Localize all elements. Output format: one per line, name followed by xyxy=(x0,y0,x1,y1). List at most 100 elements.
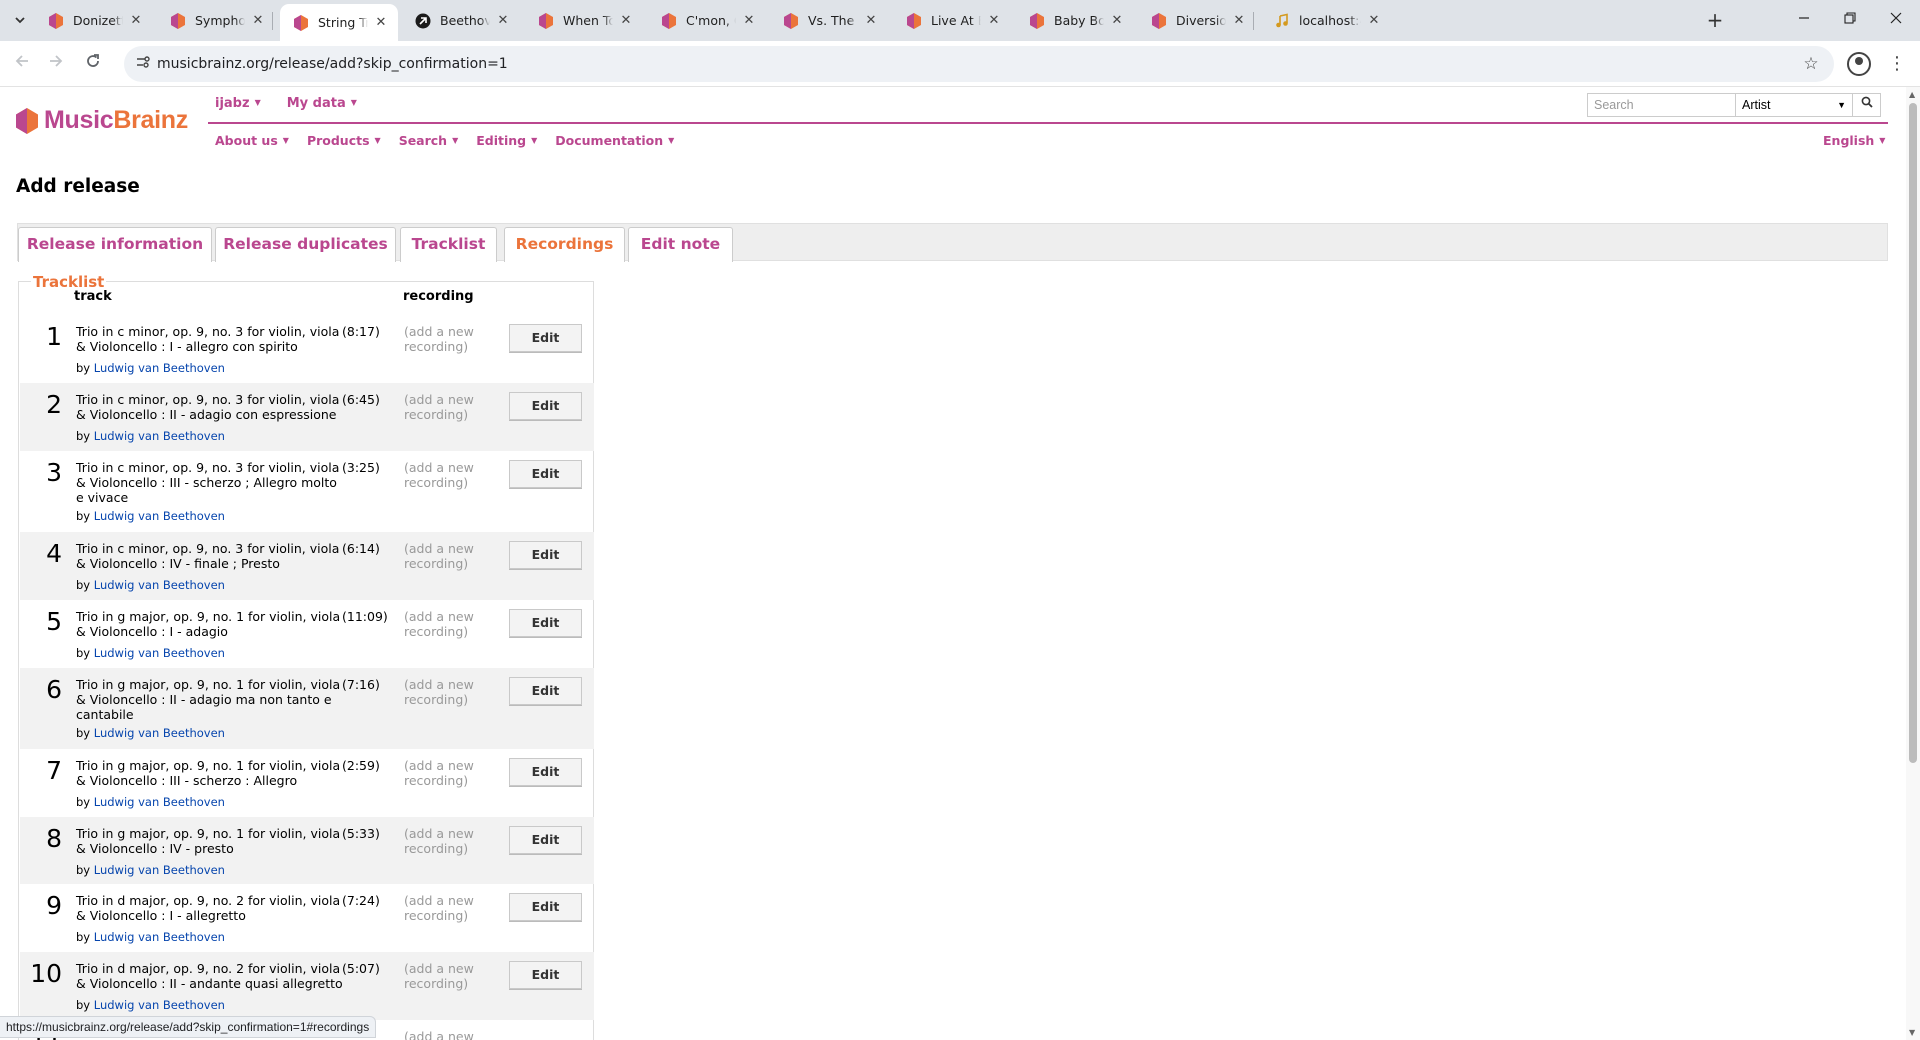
artist-link[interactable]: Ludwig van Beethoven xyxy=(94,998,225,1012)
close-tab-icon[interactable]: ✕ xyxy=(617,12,635,30)
page-scrollbar[interactable]: ▲ ▼ xyxy=(1906,87,1920,1040)
close-tab-icon[interactable]: ✕ xyxy=(494,12,512,30)
edit-recording-button[interactable]: Edit xyxy=(509,609,582,637)
close-tab-icon[interactable]: ✕ xyxy=(127,12,145,30)
scroll-down-arrow-icon[interactable]: ▼ xyxy=(1909,1028,1915,1037)
track-title: Trio in d major, op. 9, no. 2 for violin… xyxy=(76,961,343,991)
close-tab-icon[interactable]: ✕ xyxy=(1108,12,1126,30)
musicbrainz-favicon-icon xyxy=(662,12,676,29)
bookmark-star-icon[interactable]: ☆ xyxy=(1800,53,1822,75)
main-menu-item[interactable]: Products ▼ xyxy=(307,133,381,148)
by-label: by xyxy=(76,726,91,740)
browser-tab[interactable]: Symphony No. 5 ✕ xyxy=(157,4,275,37)
language-menu[interactable]: English ▼ xyxy=(1823,133,1885,148)
browser-tab[interactable]: Diversions With ✕ xyxy=(1138,4,1256,37)
browser-tab[interactable]: String Trios Op. 9 ✕ xyxy=(280,4,398,41)
close-tab-icon[interactable]: ✕ xyxy=(249,12,267,30)
musicbrainz-logo-icon xyxy=(16,107,38,134)
artist-link[interactable]: Ludwig van Beethoven xyxy=(94,578,225,592)
close-tab-icon[interactable]: ✕ xyxy=(372,14,390,32)
browser-tab[interactable]: C'mon, C'mon ✕ xyxy=(648,4,766,37)
track-number: 5 xyxy=(46,607,62,636)
close-tab-icon[interactable]: ✕ xyxy=(740,12,758,30)
new-tab-button[interactable]: + xyxy=(1702,8,1728,34)
search-icon xyxy=(1861,96,1873,108)
forward-button[interactable] xyxy=(42,50,70,78)
address-bar[interactable]: musicbrainz.org/release/add?skip_confirm… xyxy=(124,46,1834,82)
header-search-form: Search Artist ▼ xyxy=(1587,93,1881,117)
tab-tracklist[interactable]: Tracklist xyxy=(400,227,497,262)
artist-link[interactable]: Ludwig van Beethoven xyxy=(94,795,225,809)
main-menu-item-label: Products xyxy=(306,133,370,148)
main-menu-item[interactable]: About us ▼ xyxy=(215,133,289,148)
close-tab-icon[interactable]: ✕ xyxy=(985,12,1003,30)
browser-tab[interactable]: Vs. The Forces ✕ xyxy=(770,4,888,37)
artist-link[interactable]: Ludwig van Beethoven xyxy=(94,429,225,443)
site-info-icon[interactable] xyxy=(133,54,153,74)
url-text[interactable]: musicbrainz.org/release/add?skip_confirm… xyxy=(157,46,508,82)
musicbrainz-favicon-icon xyxy=(1030,12,1044,29)
search-button[interactable] xyxy=(1853,93,1881,117)
track-artist-credit: by Ludwig van Beethoven xyxy=(76,930,225,944)
browser-tab[interactable]: Donizetti; Bellini ✕ xyxy=(35,4,153,37)
track-length: (5:33) xyxy=(342,826,380,841)
close-tab-icon[interactable]: ✕ xyxy=(1230,12,1248,30)
my-data-menu-item[interactable]: My data ▼ xyxy=(287,96,357,111)
edit-recording-button[interactable]: Edit xyxy=(509,324,582,352)
track-artist-credit: by Ludwig van Beethoven xyxy=(76,429,225,443)
musicbrainz-favicon-icon xyxy=(1152,12,1166,29)
browser-tab[interactable]: When Tomorrow ✕ xyxy=(525,4,643,37)
tab-release-information[interactable]: Release information xyxy=(18,227,212,262)
browser-menu-icon[interactable]: ⋮ xyxy=(1887,50,1907,78)
edit-recording-button[interactable]: Edit xyxy=(509,961,582,989)
artist-link[interactable]: Ludwig van Beethoven xyxy=(94,361,225,375)
by-label: by xyxy=(76,863,91,877)
main-menu-item[interactable]: Documentation ▼ xyxy=(555,133,674,148)
search-input[interactable]: Search xyxy=(1587,93,1736,117)
artist-link[interactable]: Ludwig van Beethoven xyxy=(94,509,225,523)
search-type-select[interactable]: Artist ▼ xyxy=(1736,93,1853,117)
edit-recording-button[interactable]: Edit xyxy=(509,677,582,705)
restore-button[interactable] xyxy=(1827,4,1873,36)
close-tab-icon[interactable]: ✕ xyxy=(1365,12,1383,30)
edit-recording-button[interactable]: Edit xyxy=(509,893,582,921)
artist-link[interactable]: Ludwig van Beethoven xyxy=(94,930,225,944)
tab-release-duplicates[interactable]: Release duplicates xyxy=(215,227,396,262)
by-label: by xyxy=(76,646,91,660)
main-menu-item[interactable]: Editing ▼ xyxy=(476,133,537,148)
edit-recording-button[interactable]: Edit xyxy=(509,758,582,786)
track-title: Trio in d major, op. 9, no. 2 for violin… xyxy=(76,893,341,923)
minimize-button[interactable] xyxy=(1781,4,1827,36)
edit-recording-button[interactable]: Edit xyxy=(509,541,582,569)
scroll-thumb[interactable] xyxy=(1909,103,1917,763)
tab-edit-note[interactable]: Edit note xyxy=(628,227,733,262)
reload-button[interactable] xyxy=(79,50,107,78)
edit-recording-button[interactable]: Edit xyxy=(509,392,582,420)
back-button[interactable] xyxy=(8,50,36,78)
recording-status: (add a new recording) xyxy=(404,324,474,354)
browser-tab[interactable]: Live At Budokan ✕ xyxy=(893,4,1011,37)
browser-tab[interactable]: Baby Boomer Classics ✕ xyxy=(1016,4,1134,37)
track-number: 6 xyxy=(46,675,62,704)
close-window-button[interactable] xyxy=(1873,4,1919,36)
browser-tab-strip: Donizetti; Bellini✕Symphony No. 5✕String… xyxy=(0,0,1920,41)
track-artist-credit: by Ludwig van Beethoven xyxy=(76,509,225,523)
tab-search-button[interactable] xyxy=(7,9,33,31)
edit-recording-button[interactable]: Edit xyxy=(509,460,582,488)
user-menu-item[interactable]: ijabz ▼ xyxy=(215,96,261,111)
browser-tab[interactable]: Beethoven, Mozart ✕ xyxy=(402,4,520,37)
scroll-up-arrow-icon[interactable]: ▲ xyxy=(1909,90,1915,99)
artist-link[interactable]: Ludwig van Beethoven xyxy=(94,726,225,740)
edit-recording-button[interactable]: Edit xyxy=(509,826,582,854)
musicbrainz-logo[interactable]: MusicBrainz xyxy=(15,106,188,135)
artist-link[interactable]: Ludwig van Beethoven xyxy=(94,863,225,877)
recording-status: (add a new recording) xyxy=(404,609,474,639)
track-title: Trio in g major, op. 9, no. 1 for violin… xyxy=(76,758,341,788)
profile-icon[interactable] xyxy=(1847,52,1871,76)
tab-recordings[interactable]: Recordings xyxy=(504,227,625,262)
main-menu-item[interactable]: Search ▼ xyxy=(399,133,459,148)
browser-tab[interactable]: localhost:4567 ✕ xyxy=(1261,4,1391,37)
artist-link[interactable]: Ludwig van Beethoven xyxy=(94,646,225,660)
close-tab-icon[interactable]: ✕ xyxy=(862,12,880,30)
link-status-bubble: https://musicbrainz.org/release/add?skip… xyxy=(0,1016,377,1038)
